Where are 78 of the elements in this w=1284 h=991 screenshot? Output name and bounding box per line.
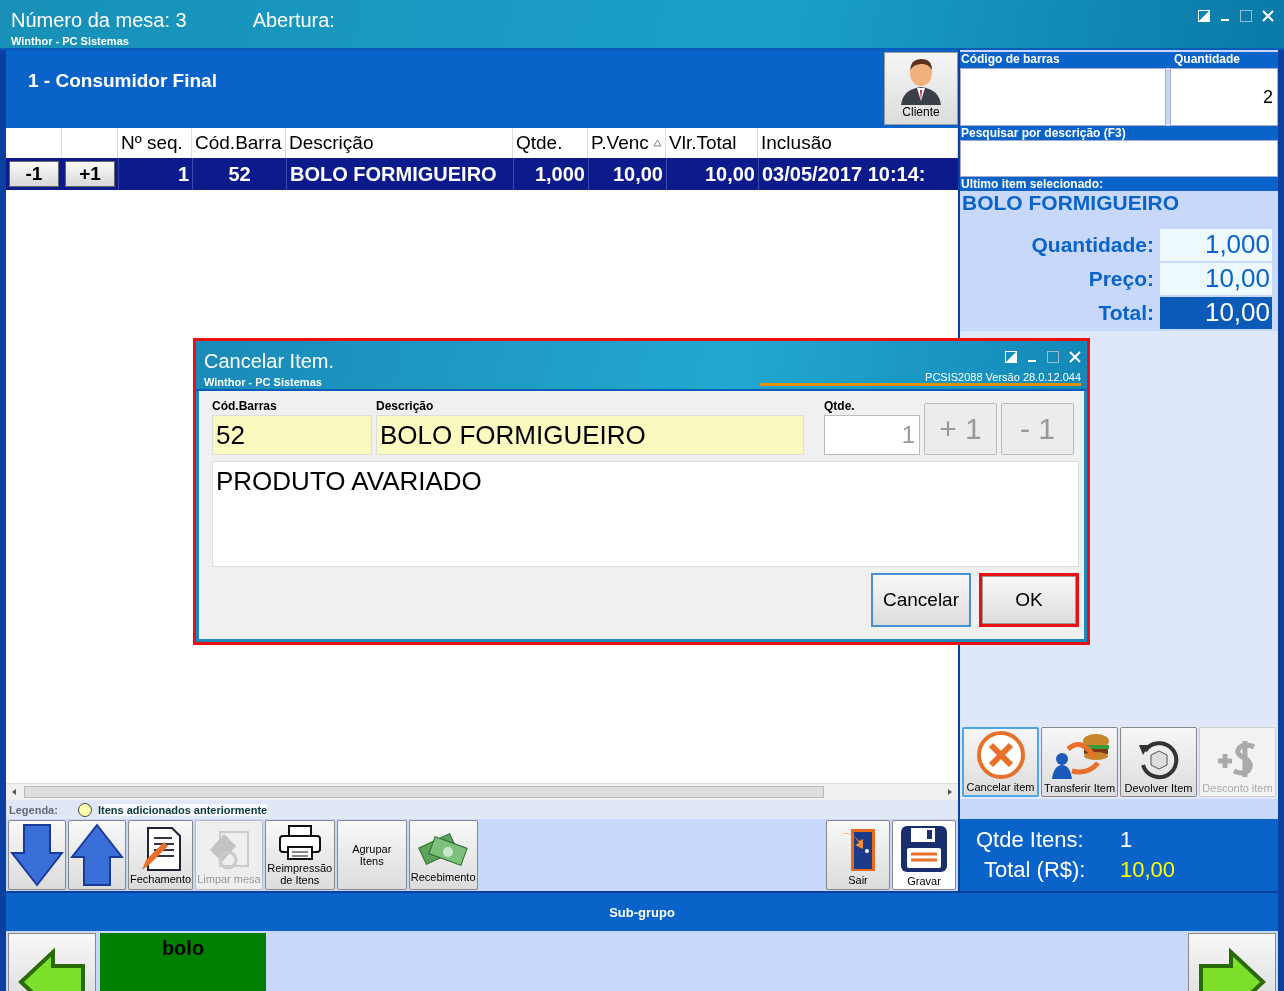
last-item-label: Ultimo item selecionado:: [961, 177, 1104, 191]
last-item-name: BOLO FORMIGUEIRO: [961, 191, 1180, 215]
toolbar-button[interactable]: Fechamento: [128, 820, 194, 890]
table-cell: 03/05/2017 10:14:: [758, 158, 958, 190]
toolbar-button[interactable]: Sair: [826, 820, 890, 890]
legend-dot-icon: [77, 802, 92, 817]
total-label: Qtde Itens:: [976, 827, 1085, 853]
customer-button[interactable]: Cliente: [884, 52, 958, 125]
next-button[interactable]: [1188, 933, 1276, 991]
barcode-field[interactable]: [960, 68, 1166, 126]
table-cell: BOLO FORMIGUEIRO: [286, 158, 497, 190]
toolbar-button[interactable]: Reimpressão de Itens: [264, 820, 335, 890]
restore-icon[interactable]: [1198, 10, 1210, 22]
subgroup-title: Sub-grupo: [609, 904, 675, 920]
table-cell: 10,00: [588, 158, 666, 190]
cancel-icon: [975, 730, 1026, 780]
table-cell: 1,000: [513, 158, 588, 190]
toolbar-button[interactable]: [8, 820, 66, 890]
total-value: 10,00: [1120, 857, 1176, 883]
subgroup-tile[interactable]: bolo: [100, 933, 266, 991]
quantity-label: Quantidade: [1174, 52, 1240, 68]
restore-icon[interactable]: [1005, 351, 1017, 363]
total-value: 1: [1120, 827, 1133, 853]
left-arrow-icon: [17, 946, 87, 991]
scroll-right-icon[interactable]: [946, 788, 954, 796]
up-arrow-icon: [70, 823, 124, 887]
detail-value: 10,00: [1160, 263, 1272, 295]
legend-label: Legenda:: [9, 803, 58, 816]
quantity-field[interactable]: 2: [1170, 68, 1278, 126]
window-subtitle: Winthor - PC Sistemas: [11, 35, 130, 47]
scroll-left-icon[interactable]: [10, 788, 18, 796]
window-title: Número da mesa: 3: [11, 9, 187, 32]
search-label: Pesquisar por descrição (F3): [961, 126, 1126, 140]
ok-button[interactable]: OK: [979, 573, 1079, 627]
table-cell: 1: [118, 158, 192, 190]
barcode-field[interactable]: 52: [212, 415, 372, 455]
table-cell: 52: [192, 158, 286, 190]
table-cell: 10,00: [666, 158, 758, 190]
printer-icon: [277, 824, 322, 861]
search-field[interactable]: [960, 140, 1278, 177]
maximize-icon[interactable]: [1240, 10, 1252, 22]
sort-icon: [653, 139, 662, 147]
right-arrow-icon: [1197, 946, 1267, 991]
quantity-label: Qtde.: [824, 399, 856, 413]
detail-label: Preço:: [1088, 267, 1154, 291]
detail-value: 1,000: [1160, 229, 1272, 261]
down-arrow-icon: [10, 823, 64, 887]
barcode-label: Código de barras: [961, 52, 1060, 68]
description-field[interactable]: BOLO FORMIGUEIRO: [376, 415, 804, 455]
legend-text: Itens adicionados anteriormente: [97, 803, 268, 816]
customer-name: 1 - Consumidor Final: [28, 70, 217, 92]
scrollbar-thumb[interactable]: [24, 786, 824, 798]
toolbar-button[interactable]: Gravar: [892, 820, 956, 890]
toolbar-button[interactable]: [68, 820, 126, 890]
table-row[interactable]: -1 +1 1 52 BOLO FORMIGUEIRO 1,000 10,00 10,00 03/05/2017 10:14:: [6, 158, 958, 190]
version-text: PCSIS2088 Versão 28.0.12.044: [760, 371, 1081, 386]
close-icon[interactable]: [1262, 10, 1274, 22]
toolbar-button[interactable]: Recebimento: [408, 820, 478, 890]
close-icon[interactable]: [1069, 351, 1081, 363]
increment-button[interactable]: +1: [65, 161, 115, 187]
detail-value: 10,00: [1160, 297, 1272, 329]
barcode-label: Cód.Barras: [212, 399, 278, 413]
action-button[interactable]: Transferir Item: [1041, 727, 1118, 797]
decrement-button[interactable]: -1: [9, 161, 59, 187]
detail-label: Total:: [1098, 301, 1154, 325]
previous-button[interactable]: [8, 933, 96, 991]
detail-label: Quantidade:: [1031, 233, 1154, 257]
action-button[interactable]: Cancelar item: [962, 727, 1039, 797]
toolbar-button[interactable]: Agrupar Itens: [336, 820, 407, 890]
dialog-title: Cancelar Item.: [204, 350, 335, 373]
opening-label: Abertura:: [252, 9, 335, 32]
reason-field[interactable]: PRODUTO AVARIADO: [212, 461, 1079, 567]
cancel-button[interactable]: Cancelar: [871, 573, 971, 627]
dialog-subtitle: Winthor - PC Sistemas: [204, 376, 323, 388]
action-button[interactable]: Devolver Item: [1120, 727, 1197, 797]
total-label: Total (R$):: [983, 857, 1087, 883]
description-label: Descrição: [376, 399, 435, 413]
horizontal-scrollbar[interactable]: [6, 783, 958, 800]
